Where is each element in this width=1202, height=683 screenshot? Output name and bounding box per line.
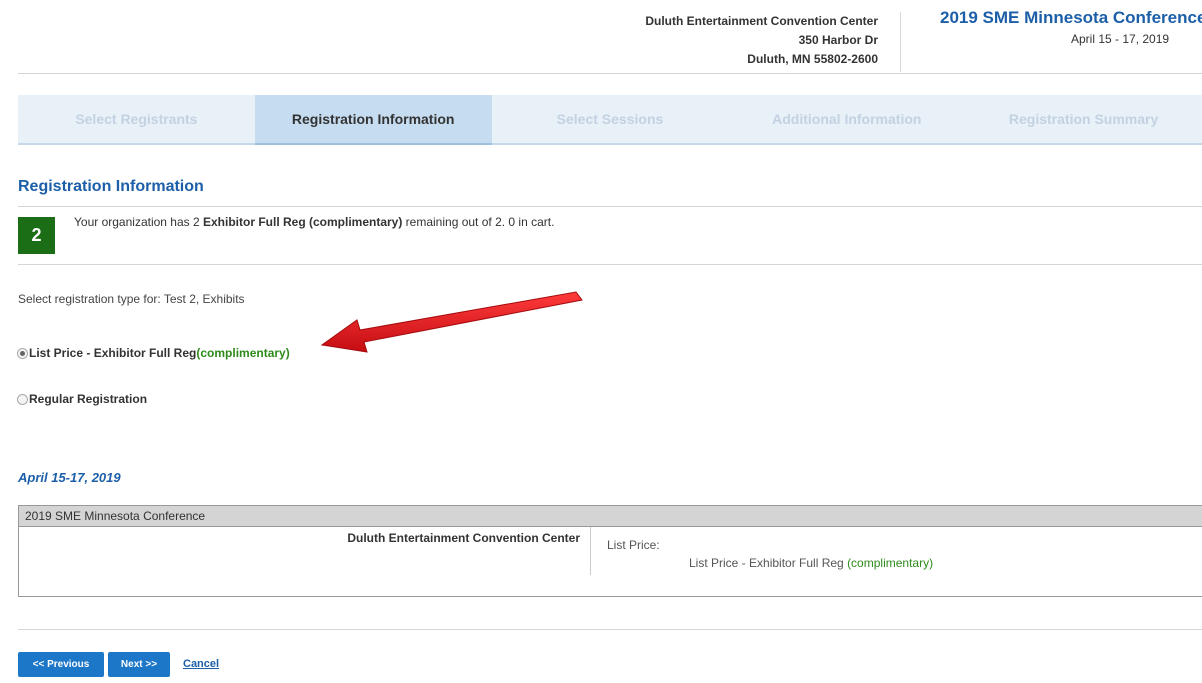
remaining-count-badge: 2 xyxy=(18,217,55,254)
venue-street: 350 Harbor Dr xyxy=(798,33,878,47)
header-divider xyxy=(900,12,901,72)
notice-separator xyxy=(18,264,1202,265)
previous-button[interactable]: << Previous xyxy=(18,652,104,677)
step-registration-information[interactable]: Registration Information xyxy=(254,95,492,145)
notice-reg-type: Exhibitor Full Reg (complimentary) xyxy=(202,215,403,229)
event-date-heading: April 15-17, 2019 xyxy=(18,470,121,485)
option-regular-registration[interactable]: Regular Registration xyxy=(17,392,147,406)
registration-steps: Select Registrants Registration Informat… xyxy=(18,95,1202,145)
table-venue: Duluth Entertainment Convention Center xyxy=(19,527,591,575)
step-label: Select Registrants xyxy=(75,111,198,127)
step-registration-summary[interactable]: Registration Summary xyxy=(965,95,1202,145)
step-label: Select Sessions xyxy=(556,111,664,127)
select-registration-prompt: Select registration type for: Test 2, Ex… xyxy=(18,292,245,306)
venue-address: Duluth Entertainment Convention Center 3… xyxy=(645,12,878,69)
price-value-text: List Price - Exhibitor Full Reg xyxy=(689,556,848,570)
step-label: Registration Summary xyxy=(1008,111,1159,127)
radio-list-price[interactable] xyxy=(17,347,28,359)
price-value: List Price - Exhibitor Full Reg (complim… xyxy=(689,556,933,570)
step-select-sessions[interactable]: Select Sessions xyxy=(491,95,729,145)
venue-city: Duluth, MN 55802-2600 xyxy=(747,52,878,66)
option-list-price[interactable]: List Price - Exhibitor Full Reg (complim… xyxy=(17,346,290,360)
conference-title: 2019 SME Minnesota Conference xyxy=(940,8,1202,27)
table-header: 2019 SME Minnesota Conference xyxy=(19,506,1202,527)
footer-separator xyxy=(18,629,1202,630)
header-separator xyxy=(18,73,1202,74)
cancel-link[interactable]: Cancel xyxy=(183,658,219,670)
next-button[interactable]: Next >> xyxy=(108,652,170,677)
section-title: Registration Information xyxy=(18,178,204,195)
option-label: List Price - Exhibitor Full Reg xyxy=(29,346,197,360)
price-value-tag: (complimentary) xyxy=(847,556,934,570)
remaining-notice: Your organization has 2 Exhibitor Full R… xyxy=(74,215,554,229)
step-label: Registration Information xyxy=(291,111,455,127)
step-select-registrants[interactable]: Select Registrants xyxy=(18,95,255,145)
notice-suffix: remaining out of 2. 0 in cart. xyxy=(402,215,555,229)
event-pricing-table: 2019 SME Minnesota Conference Duluth Ent… xyxy=(18,505,1202,597)
price-label: List Price: xyxy=(607,538,660,552)
notice-prefix: Your organization has 2 xyxy=(74,215,203,229)
conference-dates: April 15 - 17, 2019 xyxy=(1071,32,1170,46)
option-label: Regular Registration xyxy=(29,392,148,406)
venue-name: Duluth Entertainment Convention Center xyxy=(645,14,878,28)
annotation-arrow-icon xyxy=(320,291,583,353)
step-label: Additional Information xyxy=(772,111,922,127)
step-additional-information[interactable]: Additional Information xyxy=(728,95,966,145)
option-tag: (complimentary) xyxy=(196,346,290,360)
radio-regular-registration[interactable] xyxy=(17,393,28,405)
section-separator xyxy=(18,206,1202,207)
